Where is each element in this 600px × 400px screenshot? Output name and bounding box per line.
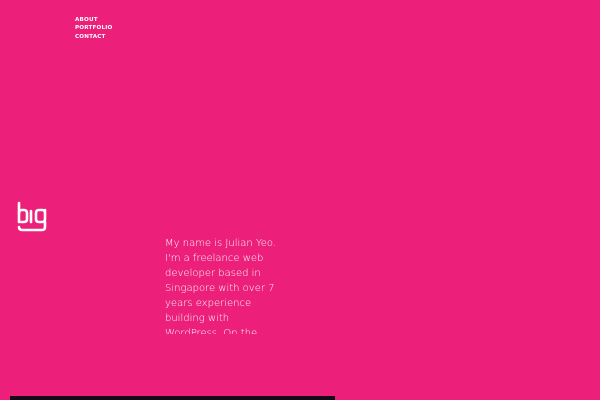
intro-section: My name is Julian Yeo. I'm a freelance w… <box>165 236 283 334</box>
nav-link-portfolio[interactable]: PORTFOLIO <box>75 24 113 32</box>
biq-logo-icon <box>17 201 47 232</box>
site-logo[interactable] <box>16 200 48 234</box>
nav-link-about[interactable]: ABOUT <box>75 16 113 24</box>
main-nav: ABOUT PORTFOLIO CONTACT <box>75 16 113 41</box>
nav-link-contact[interactable]: CONTACT <box>75 33 113 41</box>
intro-text: My name is Julian Yeo. I'm a freelance w… <box>165 238 276 334</box>
bottom-image-strip <box>10 396 335 400</box>
